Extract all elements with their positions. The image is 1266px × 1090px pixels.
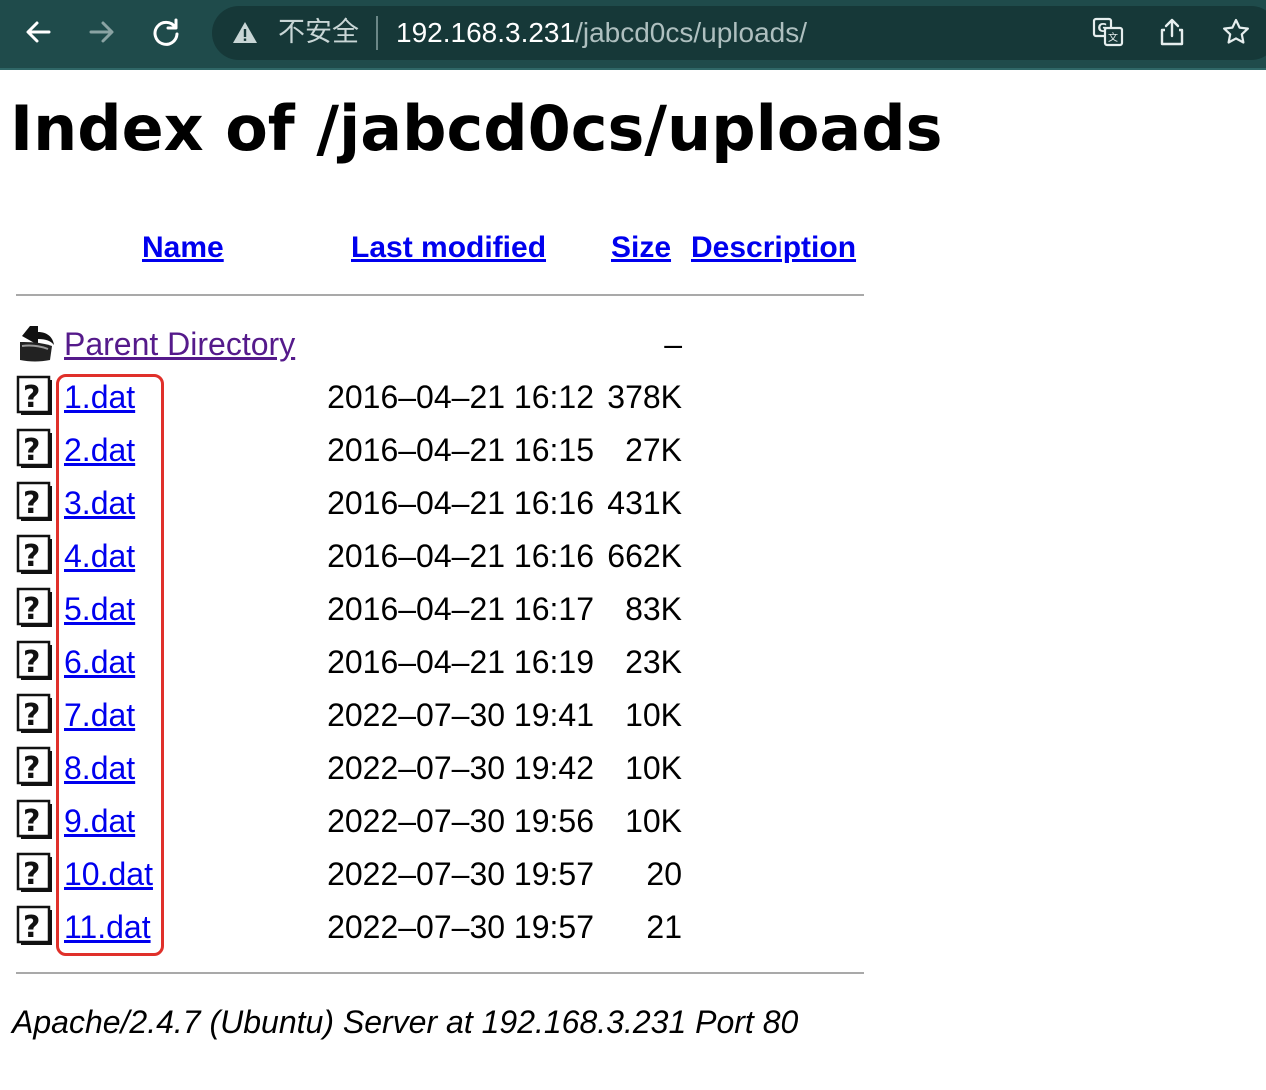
file-last-modified: 2022–07–30 19:57 bbox=[327, 856, 594, 892]
file-size: 10K bbox=[625, 803, 682, 839]
svg-text:?: ? bbox=[23, 486, 40, 521]
file-last-modified: 2022–07–30 19:42 bbox=[327, 750, 594, 786]
svg-text:?: ? bbox=[23, 380, 40, 415]
forward-arrow-icon[interactable] bbox=[84, 14, 120, 50]
address-divider bbox=[376, 16, 378, 50]
file-size: 21 bbox=[646, 909, 682, 945]
url-host: 192.168.3.231 bbox=[396, 17, 576, 48]
unknown-file-icon: ? bbox=[16, 587, 54, 629]
unknown-file-icon: ? bbox=[16, 640, 54, 682]
header-divider bbox=[16, 294, 864, 296]
file-last-modified: 2016–04–21 16:15 bbox=[327, 432, 594, 468]
security-label[interactable]: 不安全 bbox=[278, 14, 359, 52]
file-size: 20 bbox=[646, 856, 682, 892]
warning-icon[interactable] bbox=[232, 20, 258, 46]
file-size: 431K bbox=[607, 485, 682, 521]
svg-text:?: ? bbox=[23, 592, 40, 627]
unknown-file-icon: ? bbox=[16, 481, 54, 523]
column-last-modified-link[interactable]: Last modified bbox=[351, 228, 546, 268]
svg-text:?: ? bbox=[23, 751, 40, 786]
svg-text:?: ? bbox=[23, 433, 40, 468]
file-size: 83K bbox=[625, 591, 682, 627]
footer-divider bbox=[16, 972, 864, 974]
server-signature: Apache/2.4.7 (Ubuntu) Server at 192.168.… bbox=[12, 1004, 799, 1040]
parent-size: – bbox=[664, 326, 682, 362]
file-last-modified: 2016–04–21 16:17 bbox=[327, 591, 594, 627]
svg-text:文: 文 bbox=[1108, 31, 1118, 44]
file-size: 10K bbox=[625, 750, 682, 786]
browser-toolbar: 不安全 192.168.3.231/jabcd0cs/uploads/ G文 bbox=[0, 0, 1266, 70]
unknown-file-icon: ? bbox=[16, 375, 54, 417]
unknown-file-icon: ? bbox=[16, 534, 54, 576]
svg-text:?: ? bbox=[23, 857, 40, 892]
file-last-modified: 2016–04–21 16:19 bbox=[327, 644, 594, 680]
translate-icon[interactable]: G文 bbox=[1090, 14, 1126, 50]
file-size: 662K bbox=[607, 538, 682, 574]
file-last-modified: 2022–07–30 19:41 bbox=[327, 697, 594, 733]
column-description-link[interactable]: Description bbox=[691, 228, 856, 268]
star-icon[interactable] bbox=[1218, 14, 1254, 50]
file-last-modified: 2016–04–21 16:12 bbox=[327, 379, 594, 415]
svg-text:?: ? bbox=[23, 645, 40, 680]
unknown-file-icon: ? bbox=[16, 746, 54, 788]
unknown-file-icon: ? bbox=[16, 428, 54, 470]
url-text[interactable]: 192.168.3.231/jabcd0cs/uploads/ bbox=[396, 14, 807, 52]
unknown-file-icon: ? bbox=[16, 905, 54, 947]
unknown-file-icon: ? bbox=[16, 799, 54, 841]
parent-directory-row: Parent Directory – bbox=[0, 318, 900, 371]
file-last-modified: 2016–04–21 16:16 bbox=[327, 538, 594, 574]
svg-text:?: ? bbox=[23, 804, 40, 839]
column-size-link[interactable]: Size bbox=[611, 228, 671, 268]
annotation-highlight-box bbox=[56, 374, 164, 956]
file-size: 10K bbox=[625, 697, 682, 733]
file-size: 27K bbox=[625, 432, 682, 468]
file-size: 23K bbox=[625, 644, 682, 680]
back-folder-icon bbox=[16, 322, 54, 364]
unknown-file-icon: ? bbox=[16, 852, 54, 894]
unknown-file-icon: ? bbox=[16, 693, 54, 735]
column-name-link[interactable]: Name bbox=[142, 228, 224, 268]
back-arrow-icon[interactable] bbox=[20, 14, 56, 50]
share-icon[interactable] bbox=[1154, 14, 1190, 50]
url-path: /jabcd0cs/uploads/ bbox=[575, 17, 807, 48]
svg-text:?: ? bbox=[23, 698, 40, 733]
svg-text:?: ? bbox=[23, 910, 40, 945]
file-last-modified: 2022–07–30 19:57 bbox=[327, 909, 594, 945]
parent-directory-link[interactable]: Parent Directory bbox=[64, 324, 295, 364]
svg-text:?: ? bbox=[23, 539, 40, 574]
file-last-modified: 2016–04–21 16:16 bbox=[327, 485, 594, 521]
file-last-modified: 2022–07–30 19:56 bbox=[327, 803, 594, 839]
page-title: Index of /jabcd0cs/uploads bbox=[10, 92, 943, 165]
reload-icon[interactable] bbox=[148, 14, 184, 50]
file-size: 378K bbox=[607, 379, 682, 415]
